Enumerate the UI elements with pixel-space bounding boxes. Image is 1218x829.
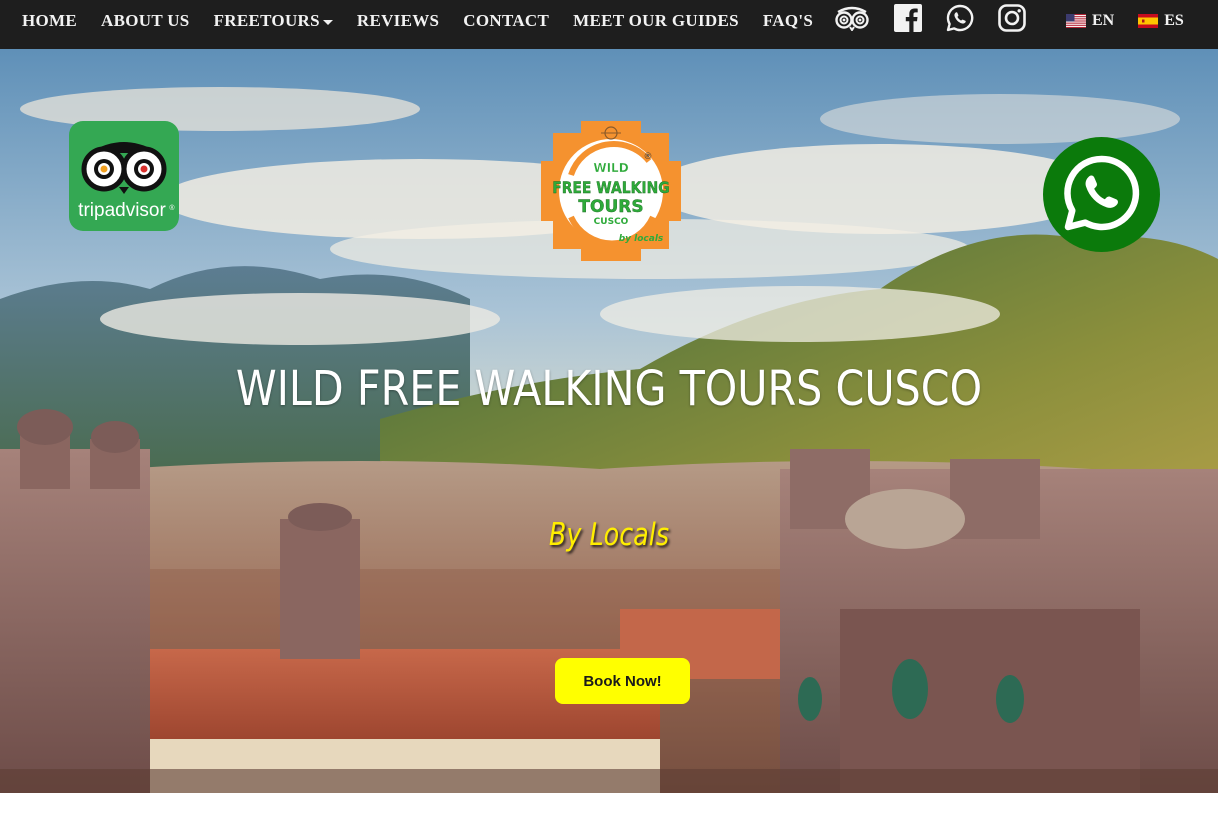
tripadvisor-badge-text: tripadvisor <box>78 200 166 221</box>
logo-by-locals-text: by locals <box>619 234 664 244</box>
hero-section: tripadvisor ® WILD FREE WALKING TOURS CU… <box>0 49 1218 793</box>
nav-contact-label: CONTACT <box>463 11 550 30</box>
tripadvisor-link[interactable] <box>834 3 870 33</box>
nav-home-label: HOME <box>22 11 78 30</box>
wild-free-walking-tours-logo: WILD FREE WALKING TOURS CUSCO by locals … <box>541 121 681 261</box>
social-links <box>834 3 1026 33</box>
whatsapp-link[interactable] <box>946 3 974 33</box>
spain-flag-icon <box>1138 14 1159 28</box>
nav-menu: HOME ABOUT US FREETOURS REVIEWS CONTACT … <box>22 0 837 42</box>
logo-free-walking-text: FREE WALKING <box>552 178 669 197</box>
language-es-label: ES <box>1164 12 1184 29</box>
nav-home[interactable]: HOME <box>22 11 77 31</box>
language-en-label: EN <box>1092 12 1115 29</box>
tripadvisor-icon <box>835 6 869 31</box>
hero-subtitle: By Locals <box>548 517 670 553</box>
nav-meet-our-guides-label: MEET OUR GUIDES <box>573 11 739 30</box>
language-es[interactable]: ES <box>1138 12 1184 30</box>
nav-contact[interactable]: CONTACT <box>463 11 549 31</box>
nav-faqs-label: FAQ'S <box>762 11 814 30</box>
tripadvisor-owl-icon: tripadvisor ® <box>69 121 179 231</box>
logo-registered-mark: ® <box>644 152 653 162</box>
whatsapp-badge-icon <box>1043 137 1160 252</box>
nav-about-us[interactable]: ABOUT US <box>101 11 190 31</box>
tripadvisor-registered-mark: ® <box>169 204 175 212</box>
facebook-icon <box>894 4 922 32</box>
nav-freetours-label: FREETOURS <box>213 11 320 30</box>
instagram-link[interactable] <box>998 3 1026 33</box>
us-flag-icon <box>1066 14 1086 28</box>
nav-freetours-dropdown[interactable]: FREETOURS <box>214 11 333 31</box>
logo-tours-text: TOURS <box>578 197 643 217</box>
hero-title: WILD FREE WALKING TOURS CUSCO <box>235 361 983 417</box>
whatsapp-icon <box>946 4 974 32</box>
top-navbar: HOME ABOUT US FREETOURS REVIEWS CONTACT … <box>0 0 1218 49</box>
logo-cusco-text: CUSCO <box>594 217 629 227</box>
nav-meet-our-guides[interactable]: MEET OUR GUIDES <box>573 11 739 31</box>
nav-reviews-label: REVIEWS <box>356 11 440 30</box>
book-now-button[interactable]: Book Now! <box>555 658 690 704</box>
language-switcher: EN ES <box>1066 0 1208 42</box>
nav-reviews[interactable]: REVIEWS <box>357 11 439 31</box>
language-en[interactable]: EN <box>1066 12 1114 30</box>
nav-about-us-label: ABOUT US <box>101 11 190 30</box>
instagram-icon <box>998 4 1026 32</box>
whatsapp-floating-button[interactable] <box>1043 137 1160 252</box>
facebook-link[interactable] <box>894 3 922 33</box>
logo-wild-text: WILD <box>593 161 628 175</box>
caret-down-icon <box>322 19 333 25</box>
tripadvisor-badge[interactable]: tripadvisor ® <box>69 121 179 231</box>
nav-faqs[interactable]: FAQ'S <box>763 11 813 31</box>
